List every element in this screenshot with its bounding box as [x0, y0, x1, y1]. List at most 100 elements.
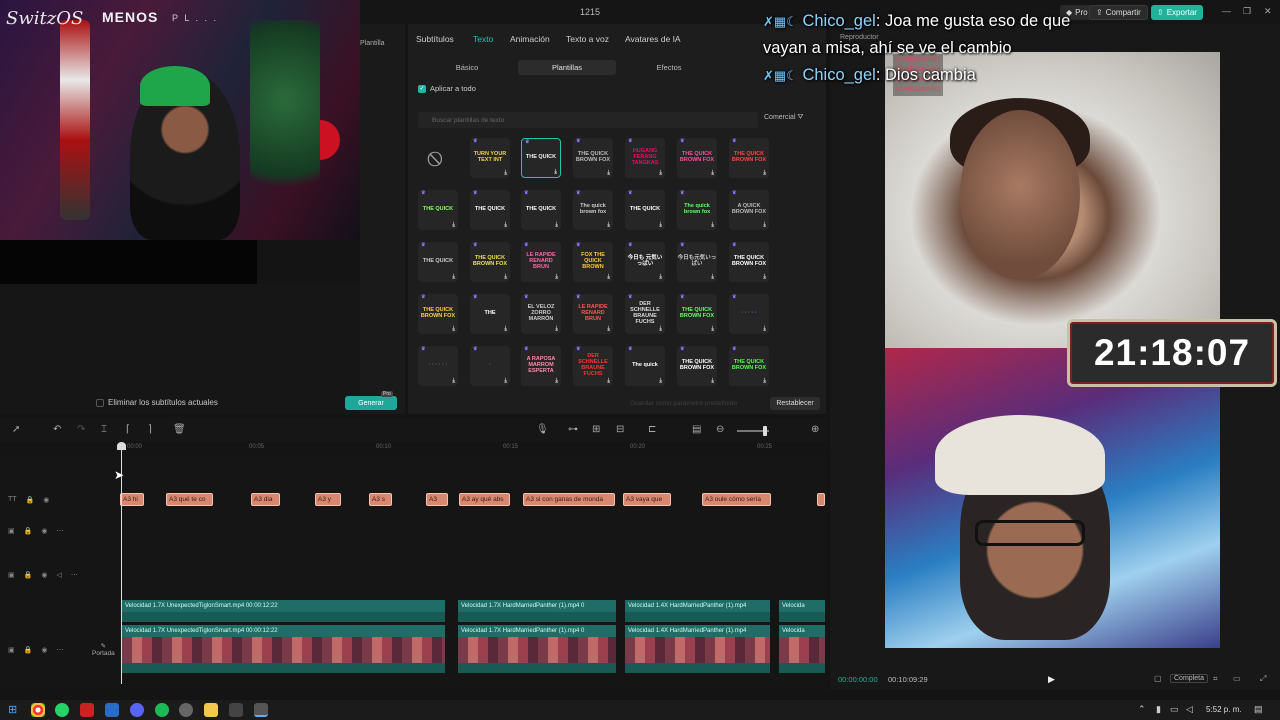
preview-icon[interactable]: ▭	[1233, 674, 1241, 683]
windows-start-icon[interactable]: ⊞	[8, 703, 22, 717]
download-icon[interactable]: ⤓	[452, 378, 455, 384]
download-icon[interactable]: ⤓	[763, 326, 766, 332]
download-icon[interactable]: ⤓	[554, 169, 557, 175]
video-clip-main[interactable]: Velocidad 1.7X UnexpectedTiglonSmart.mp4…	[122, 625, 445, 637]
download-icon[interactable]: ⤓	[555, 222, 558, 228]
download-icon[interactable]: ⤓	[504, 222, 507, 228]
notification-icon[interactable]: ▤	[1254, 704, 1263, 715]
text-template-tile[interactable]: THE QUICK ♛ ⤓	[521, 190, 561, 230]
text-template-tile[interactable]: A RAPOSA MARROM ESPERTA ♛ ⤓	[521, 346, 561, 386]
subtab-basic[interactable]: Básico	[418, 60, 516, 75]
download-icon[interactable]: ⤓	[607, 222, 610, 228]
apply-all-checkbox[interactable]: ✓ Aplicar a todo	[418, 84, 476, 93]
template-search-input[interactable]: Buscar plantillas de texto	[418, 112, 758, 128]
more-icon[interactable]: ⋯	[56, 646, 63, 654]
playhead-handle[interactable]	[117, 442, 126, 450]
microphone-icon[interactable]: 🎙	[536, 424, 549, 435]
download-icon[interactable]: ⤓	[711, 170, 714, 176]
download-icon[interactable]: ⤓	[607, 378, 610, 384]
subtab-effects[interactable]: Efectos	[620, 60, 718, 75]
more-icon[interactable]: ⋯	[71, 571, 78, 579]
download-icon[interactable]: ⤓	[555, 274, 558, 280]
sidebar-label[interactable]: Plantilla	[360, 40, 390, 47]
text-template-tile[interactable]: THE QUICK BROWN FOX ♛ ⤓	[677, 294, 717, 334]
text-template-tile[interactable]: THE QUICK ♛ ⤓	[418, 242, 458, 282]
text-template-tile[interactable]: THE QUICK ♛ ⤓	[625, 190, 665, 230]
network-icon[interactable]: ▭	[1170, 704, 1179, 715]
whatsapp-icon[interactable]	[55, 703, 69, 717]
text-template-tile[interactable]: THE QUICK BROWN FOX ♛ ⤓	[729, 138, 769, 178]
text-template-tile[interactable]: · · · · · · ♛ ⤓	[418, 346, 458, 386]
text-template-tile[interactable]: EL VELOZ ZORRO MARRÓN ♛ ⤓	[521, 294, 561, 334]
text-template-tile[interactable]: A QUICK BROWN FOX ♛ ⤓	[729, 190, 769, 230]
download-icon[interactable]: ⤓	[607, 170, 610, 176]
text-template-tile[interactable]: THE QUICK BROWN FOX ♛ ⤓	[677, 138, 717, 178]
usb-icon[interactable]: ▮	[1156, 704, 1161, 715]
lock-icon[interactable]: 🔒	[24, 571, 33, 579]
snap-icon[interactable]: ⊞	[592, 424, 600, 435]
trim-left-icon[interactable]: ⌈	[126, 424, 130, 435]
text-template-tile[interactable]: DER SCHNELLE BRAUNE FUCHS ♛ ⤓	[573, 346, 613, 386]
text-template-tile[interactable]: THE QUICK BROWN FOX ♛ ⤓	[573, 138, 613, 178]
tab-text[interactable]: Texto	[473, 34, 493, 44]
more-icon[interactable]: ⋯	[56, 527, 63, 535]
cover-button[interactable]: ✎ Portada	[92, 642, 115, 657]
capcut-active-icon[interactable]	[254, 703, 268, 717]
download-icon[interactable]: ⤓	[763, 378, 766, 384]
filter-dropdown[interactable]: Comercial ⛛	[764, 114, 803, 122]
remove-subtitles-checkbox[interactable]: Eliminar los subtítulos actuales	[96, 398, 218, 407]
subtitle-clip[interactable]: A3 oule cómo sería	[702, 493, 771, 506]
magnet-icon[interactable]: ⊏	[648, 424, 656, 435]
text-template-tile[interactable]: The quick brown fox ♛ ⤓	[677, 190, 717, 230]
download-icon[interactable]: ⤓	[452, 222, 455, 228]
maximize-icon[interactable]: ❐	[1243, 6, 1251, 17]
text-template-tile[interactable]: THE QUICK BROWN FOX ♛ ⤓	[729, 346, 769, 386]
undo-icon[interactable]: ↶	[53, 424, 61, 435]
preview-axis-icon[interactable]: ⊟	[616, 424, 624, 435]
text-template-tile[interactable]: THE QUICK BROWN FOX ♛ ⤓	[677, 346, 717, 386]
tab-subtitles[interactable]: Subtítulos	[416, 34, 454, 44]
zoom-out-icon[interactable]: ⊖	[716, 424, 724, 435]
download-icon[interactable]: ⤓	[763, 170, 766, 176]
tab-text-to-speech[interactable]: Texto a voz	[566, 34, 609, 44]
subtitle-clip[interactable]: A3 hi	[120, 493, 144, 506]
generate-button[interactable]: Generar	[345, 396, 397, 410]
video-clip-upper[interactable]: Velocidad 1.7X UnexpectedTiglonSmart.mp4…	[122, 600, 445, 612]
subtitle-clip[interactable]: A3 y	[315, 493, 341, 506]
subtitle-clip[interactable]: A3 dia	[251, 493, 280, 506]
eye-icon[interactable]: ◉	[41, 646, 47, 654]
delete-icon[interactable]: 🗑	[173, 424, 186, 435]
download-icon[interactable]: ⤓	[504, 170, 507, 176]
split-icon[interactable]: ⌶	[101, 424, 107, 435]
eye-icon[interactable]: ◉	[41, 527, 47, 535]
app-icon[interactable]	[105, 703, 119, 717]
subtab-templates[interactable]: Plantillas	[518, 60, 616, 75]
fullscreen-icon[interactable]: ⤢	[1260, 674, 1266, 684]
text-template-tile[interactable]: LE RAPIDE RENARD BRUN ♛ ⤓	[573, 294, 613, 334]
complete-view-button[interactable]: Completa	[1170, 674, 1208, 683]
video-clip-main[interactable]: Velocidad 1.7X HardMarriedPanther (1).mp…	[458, 625, 616, 637]
text-template-tile[interactable]: 今日も 元気いっぱい ♛ ⤓	[625, 242, 665, 282]
download-icon[interactable]: ⤓	[452, 326, 455, 332]
play-icon[interactable]: ▶	[1048, 674, 1055, 685]
download-icon[interactable]: ⤓	[504, 378, 507, 384]
download-icon[interactable]: ⤓	[452, 274, 455, 280]
text-template-tile[interactable]: THE QUICK ♛ ⤓	[470, 190, 510, 230]
download-icon[interactable]: ⤓	[659, 326, 662, 332]
eye-icon[interactable]: ◉	[43, 496, 49, 504]
volume-icon[interactable]: ◁	[1186, 704, 1193, 715]
download-icon[interactable]: ⤓	[555, 326, 558, 332]
obs-icon[interactable]	[179, 703, 193, 717]
redo-icon[interactable]: ↷	[77, 424, 85, 435]
download-icon[interactable]: ⤓	[659, 378, 662, 384]
download-icon[interactable]: ⤓	[763, 274, 766, 280]
download-icon[interactable]: ⤓	[711, 222, 714, 228]
share-button[interactable]: ⇪ Compartir	[1089, 5, 1148, 20]
tray-chevron-icon[interactable]: ⌃	[1138, 704, 1146, 715]
eye-icon[interactable]: ◉	[41, 571, 47, 579]
lock-icon[interactable]: 🔒	[26, 496, 35, 504]
text-template-tile[interactable]: 今日も元気いっぱい ♛ ⤓	[677, 242, 717, 282]
crop-icon[interactable]: ⌗	[1213, 674, 1218, 684]
video-clip-main[interactable]: Velocidad 1.4X HardMarriedPanther (1).mp…	[625, 625, 770, 637]
video-clip-upper[interactable]: Velocida	[779, 600, 825, 612]
